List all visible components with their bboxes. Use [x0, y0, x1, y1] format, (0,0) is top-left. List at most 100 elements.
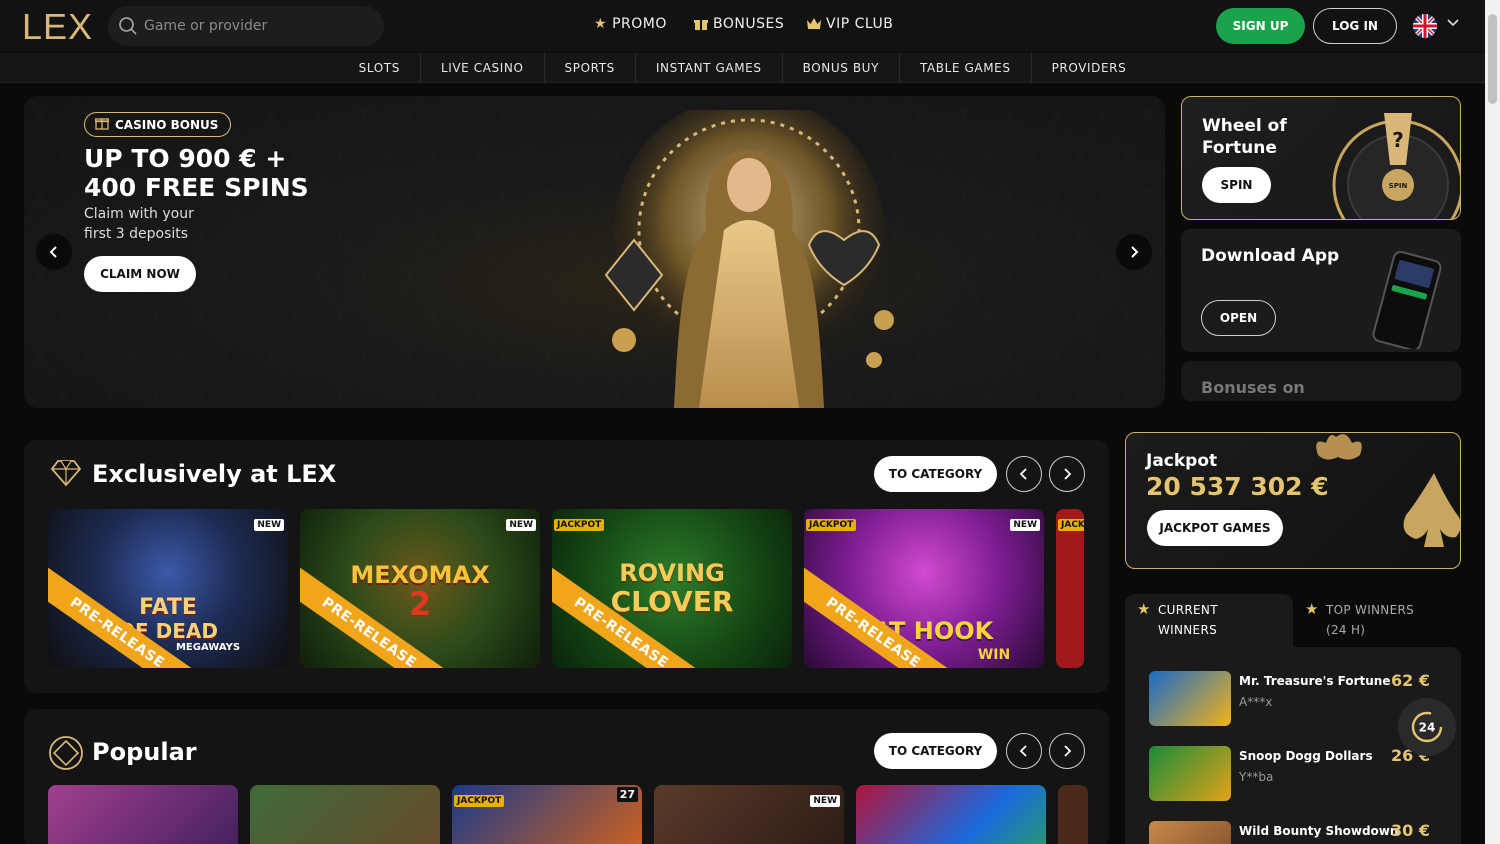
popular-game-card-partial[interactable] — [1058, 785, 1088, 844]
star-icon: ★ — [1305, 600, 1319, 618]
chevron-right-icon — [1131, 246, 1139, 258]
game-card-fate-of-dead[interactable]: FATE OF DEAD MEGAWAYS NEW PRE-RELEASE — [48, 509, 288, 668]
star-icon: ★ — [1137, 600, 1151, 618]
chevron-left-icon — [1019, 745, 1027, 757]
card-suits-decoration-icon — [1316, 434, 1460, 547]
casino-bonus-badge: CASINO BONUS — [84, 112, 232, 137]
diamond-icon — [50, 460, 82, 487]
game-card-partial[interactable]: JACK — [1056, 509, 1084, 668]
cat-live-casino[interactable]: LIVE CASINO — [421, 53, 545, 83]
cat-instant-games[interactable]: INSTANT GAMES — [636, 53, 783, 83]
exclusive-prev-button[interactable] — [1006, 456, 1042, 492]
cat-table-games[interactable]: TABLE GAMES — [900, 53, 1032, 83]
hero-subtitle: Claim with your first 3 deposits — [84, 206, 194, 242]
gift-icon — [694, 20, 708, 30]
jackpot-badge: JACKPOT — [554, 519, 605, 531]
popular-game-card-4[interactable]: NEW — [654, 785, 844, 844]
chevron-left-icon — [1019, 468, 1027, 480]
jackpot-label: Jackpot — [1146, 451, 1218, 471]
nav-promo[interactable]: ★ PROMO — [594, 16, 667, 32]
jackpot-badge: JACKPOT — [806, 519, 857, 531]
wheel-center-label: SPIN — [1389, 182, 1408, 190]
jackpot-amount: 20 537 302 € — [1146, 472, 1329, 501]
search-bar[interactable] — [108, 6, 384, 46]
search-input[interactable] — [144, 18, 364, 34]
new-badge: NEW — [506, 519, 536, 531]
new-badge: NEW — [810, 795, 840, 807]
chevron-right-icon — [1064, 468, 1072, 480]
hero-title: UP TO 900 € + 400 FREE SPINS — [84, 144, 309, 202]
scrollbar-thumb[interactable] — [1488, 14, 1497, 104]
category-bar: SLOTS LIVE CASINO SPORTS INSTANT GAMES B… — [0, 53, 1485, 83]
exclusive-title: Exclusively at LEX — [92, 460, 337, 488]
cat-sports[interactable]: SPORTS — [545, 53, 636, 83]
open-app-button[interactable]: OPEN — [1201, 300, 1276, 336]
uk-flag-icon[interactable] — [1413, 14, 1437, 38]
download-app-card[interactable]: Download App OPEN — [1181, 229, 1461, 352]
exclusive-next-button[interactable] — [1049, 456, 1085, 492]
popular-game-card-1[interactable] — [48, 785, 238, 844]
popular-title: Popular — [92, 738, 197, 766]
cat-slots[interactable]: SLOTS — [339, 53, 421, 83]
cat-bonus-buy[interactable]: BONUS BUY — [783, 53, 900, 83]
new-badge: NEW — [254, 519, 284, 531]
jackpot-badge: JACK — [1058, 519, 1084, 531]
hero-next-arrow[interactable] — [1116, 234, 1152, 270]
popular-prev-button[interactable] — [1006, 733, 1042, 769]
popular-game-card-2[interactable] — [250, 785, 440, 844]
game-card-cat-hook[interactable]: CAT HOOK WIN JACKPOT NEW PRE-RELEASE — [804, 509, 1044, 668]
hero-banner[interactable]: CASINO BONUS UP TO 900 € + 400 FREE SPIN… — [24, 96, 1165, 408]
app-title: Download App — [1201, 246, 1340, 266]
popular-to-category-button[interactable]: TO CATEGORY — [874, 733, 997, 769]
support-24-icon: 24 — [1411, 711, 1443, 743]
jackpot-badge: JACKPOT — [454, 795, 505, 807]
bonuses-card-title: Bonuses on — [1201, 378, 1305, 397]
svg-text:24: 24 — [1419, 721, 1436, 735]
phone-icon — [1372, 250, 1442, 349]
winner-row[interactable]: Wild Bounty Showdown 30 € — [1149, 821, 1449, 844]
wheel-of-fortune-card[interactable]: Wheel of Fortune SPIN ? SPIN — [1181, 96, 1461, 220]
sign-up-button[interactable]: SIGN UP — [1216, 8, 1305, 44]
chevron-left-icon — [49, 246, 57, 258]
search-icon — [119, 17, 137, 35]
bonuses-card[interactable]: Bonuses on — [1181, 361, 1461, 401]
nav-vip-club[interactable]: VIP CLUB — [806, 16, 893, 32]
page-scrollbar[interactable] — [1485, 0, 1500, 844]
hero-prev-arrow[interactable] — [36, 234, 72, 270]
jackpot-card[interactable]: Jackpot 20 537 302 € JACKPOT GAMES — [1125, 432, 1461, 569]
nav-bonuses[interactable]: BONUSES — [694, 16, 784, 32]
winner-game-thumbnail — [1149, 746, 1231, 801]
popular-badge-icon — [49, 736, 83, 770]
count-badge: 27 — [616, 787, 638, 802]
new-badge: NEW — [1010, 519, 1040, 531]
exclusive-to-category-button[interactable]: TO CATEGORY — [874, 456, 997, 492]
popular-game-card-5[interactable] — [856, 785, 1046, 844]
crown-icon — [807, 18, 821, 29]
support-24-button[interactable]: 24 — [1398, 698, 1456, 756]
winner-row[interactable]: Snoop Dogg Dollars Y**ba 26 € — [1149, 746, 1449, 802]
winner-game-thumbnail — [1149, 821, 1231, 844]
wheel-question-mark: ? — [1392, 128, 1404, 152]
winner-game-thumbnail — [1149, 671, 1231, 726]
jackpot-games-button[interactable]: JACKPOT GAMES — [1147, 510, 1283, 546]
gift-icon — [95, 116, 109, 133]
spin-button[interactable]: SPIN — [1202, 167, 1271, 203]
cat-providers[interactable]: PROVIDERS — [1032, 53, 1147, 83]
game-card-roving-clover[interactable]: ROVING CLOVER JACKPOT PRE-RELEASE — [552, 509, 792, 668]
popular-game-card-3[interactable]: JACKPOT 27 — [452, 785, 642, 844]
wheel-title: Wheel of Fortune — [1202, 116, 1287, 158]
hero-gold-lady-illustration — [604, 110, 894, 408]
chevron-right-icon — [1064, 745, 1072, 757]
claim-now-button[interactable]: CLAIM NOW — [84, 256, 196, 292]
game-card-mexomax-2[interactable]: MEXOMAX 2 NEW PRE-RELEASE — [300, 509, 540, 668]
popular-section: Popular TO CATEGORY JACKPOT 27 NEW — [24, 709, 1109, 844]
exclusive-section: Exclusively at LEX TO CATEGORY FATE OF D… — [24, 440, 1109, 693]
popular-next-button[interactable] — [1049, 733, 1085, 769]
star-icon: ★ — [594, 16, 608, 32]
log-in-button[interactable]: LOG IN — [1313, 8, 1397, 44]
chevron-down-icon[interactable] — [1446, 15, 1460, 33]
tab-top-winners[interactable]: ★ TOP WINNERS (24 H) — [1293, 594, 1461, 647]
lex-logo[interactable]: LEX — [22, 6, 93, 48]
tab-current-winners[interactable]: ★ CURRENT WINNERS — [1125, 594, 1293, 647]
fortune-wheel-icon: ? SPIN — [1332, 113, 1460, 219]
